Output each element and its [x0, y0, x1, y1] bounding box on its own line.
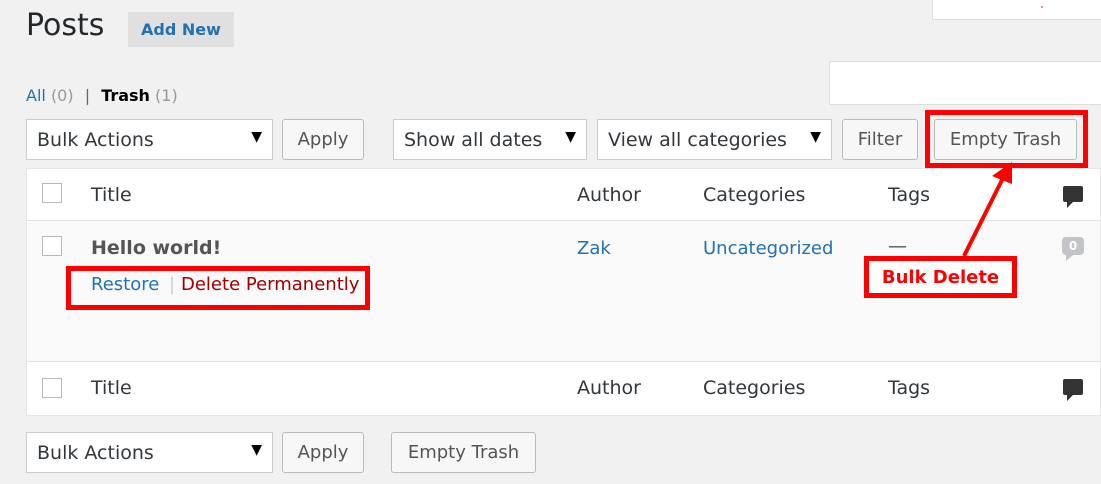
column-title-header[interactable]: Title [91, 184, 132, 206]
table-footer-row: Title Author Categories Tags [27, 362, 1100, 417]
empty-trash-button-top[interactable]: Empty Trash [934, 119, 1077, 160]
view-all-count: (0) [50, 86, 74, 105]
comments-column-icon[interactable] [1063, 186, 1083, 208]
annotation-arrow-icon [962, 162, 1012, 257]
column-author-footer: Author [577, 377, 641, 399]
post-status-views: All (0) | Trash (1) [26, 86, 178, 105]
apply-button-top[interactable]: Apply [282, 119, 364, 160]
dropdown-arrow-icon: ▼ [810, 129, 821, 145]
column-categories-footer: Categories [703, 377, 806, 399]
row-actions-highlight [66, 266, 370, 310]
dropdown-arrow-icon: ▼ [251, 442, 262, 458]
column-categories-header: Categories [703, 184, 806, 206]
view-all-label: All [26, 86, 46, 105]
dates-filter-select[interactable]: Show all dates ▼ [393, 119, 587, 160]
filter-button[interactable]: Filter [842, 119, 918, 160]
select-all-checkbox-top[interactable] [42, 183, 62, 203]
bulk-actions-label: Bulk Actions [37, 128, 154, 151]
dropdown-arrow-icon: ▼ [251, 129, 262, 145]
column-author-header: Author [577, 184, 641, 206]
bulk-delete-annotation: Bulk Delete [864, 256, 1017, 298]
search-input[interactable] [829, 61, 1101, 105]
bulk-actions-label: Bulk Actions [37, 441, 154, 464]
top-right-panel-edge [932, 0, 1101, 20]
row-checkbox[interactable] [42, 236, 62, 256]
categories-filter-label: View all categories [608, 128, 787, 151]
comments-column-icon[interactable] [1063, 379, 1083, 401]
post-category-link[interactable]: Uncategorized [703, 238, 833, 259]
dates-filter-label: Show all dates [404, 128, 543, 151]
view-trash-count: (1) [155, 86, 178, 105]
bulk-actions-select-top[interactable]: Bulk Actions ▼ [26, 119, 273, 160]
dropdown-arrow-icon: ▼ [565, 129, 576, 145]
page-title: Posts [26, 8, 105, 43]
panel-dot [1041, 6, 1043, 8]
view-separator: | [84, 86, 91, 105]
bulk-actions-select-bottom[interactable]: Bulk Actions ▼ [26, 432, 273, 473]
column-tags-footer: Tags [888, 377, 931, 399]
comment-count-badge[interactable]: 0 [1062, 237, 1084, 261]
post-tags-value: — [888, 235, 907, 257]
add-new-button[interactable]: Add New [128, 12, 234, 47]
view-trash-current[interactable]: Trash [101, 86, 150, 105]
view-all-link[interactable]: All (0) [26, 86, 74, 105]
select-all-checkbox-bottom[interactable] [42, 378, 62, 398]
empty-trash-button-bottom[interactable]: Empty Trash [391, 432, 536, 473]
column-title-footer[interactable]: Title [91, 377, 132, 399]
column-tags-header: Tags [888, 184, 931, 206]
view-trash-label: Trash [101, 86, 150, 105]
post-title: Hello world! [91, 237, 222, 259]
table-header-row: Title Author Categories Tags [27, 169, 1100, 221]
categories-filter-select[interactable]: View all categories ▼ [597, 119, 832, 160]
apply-button-bottom[interactable]: Apply [282, 432, 364, 473]
post-author-link[interactable]: Zak [577, 238, 611, 259]
